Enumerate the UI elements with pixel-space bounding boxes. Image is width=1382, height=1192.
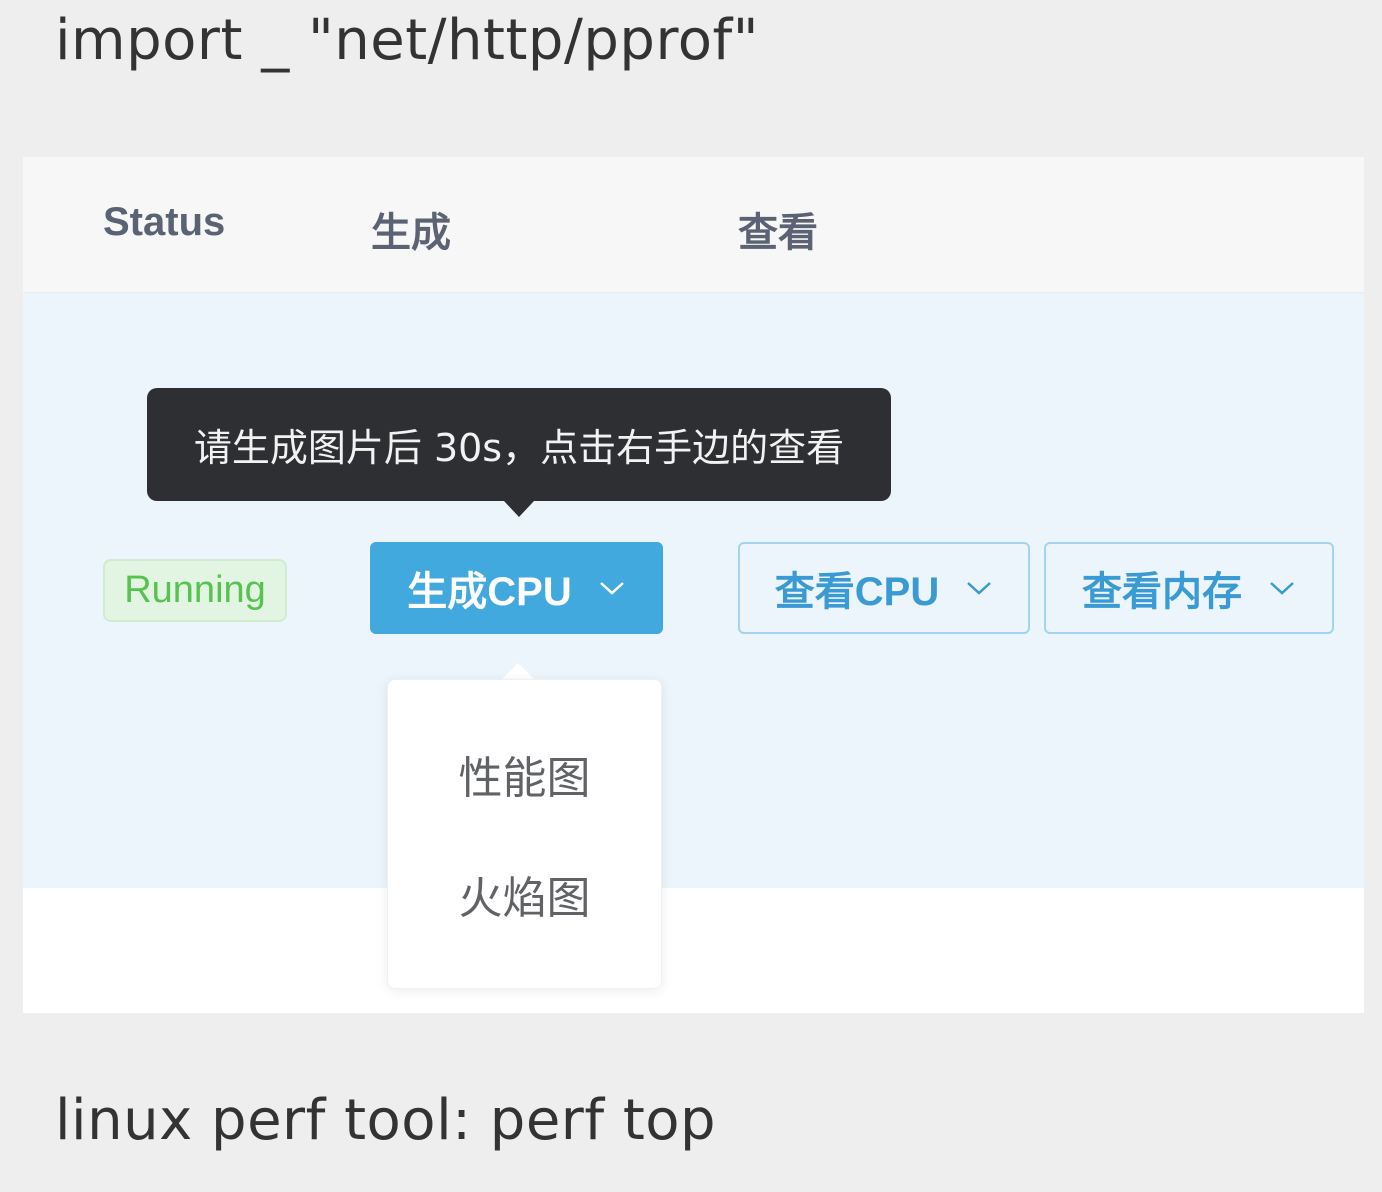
view-cpu-button[interactable]: 查看CPU	[738, 542, 1030, 634]
table-header: Status 生成 查看	[23, 157, 1364, 293]
perf-caption: linux perf tool: perf top	[55, 1088, 717, 1153]
view-memory-button[interactable]: 查看内存	[1044, 542, 1334, 634]
view-memory-label: 查看内存	[1082, 570, 1242, 614]
column-header-status: Status	[103, 200, 226, 244]
tooltip-text: 请生成图片后 30s，点击右手边的查看	[193, 426, 845, 470]
chevron-down-icon	[965, 578, 993, 598]
dropdown-item-profile-graph[interactable]: 性能图	[388, 742, 661, 806]
dropdown-arrow	[502, 663, 534, 679]
pprof-table: Status 生成 查看 Running 生成CPU 查看CPU 查看内存 请生…	[23, 157, 1364, 1013]
view-cpu-label: 查看CPU	[774, 570, 940, 614]
tooltip-arrow	[504, 501, 534, 517]
dropdown-item-flame-graph[interactable]: 火焰图	[388, 862, 661, 926]
generate-dropdown-menu: 性能图 火焰图	[387, 679, 662, 989]
chevron-down-icon	[598, 578, 626, 598]
column-header-generate: 生成	[371, 211, 451, 255]
generate-cpu-button[interactable]: 生成CPU	[370, 542, 663, 634]
generate-cpu-label: 生成CPU	[407, 570, 572, 614]
column-header-view: 查看	[738, 211, 818, 255]
code-caption: import _ "net/http/pprof"	[55, 8, 759, 73]
chevron-down-icon	[1268, 578, 1296, 598]
status-badge: Running	[103, 559, 287, 622]
generate-tooltip: 请生成图片后 30s，点击右手边的查看	[147, 388, 891, 501]
